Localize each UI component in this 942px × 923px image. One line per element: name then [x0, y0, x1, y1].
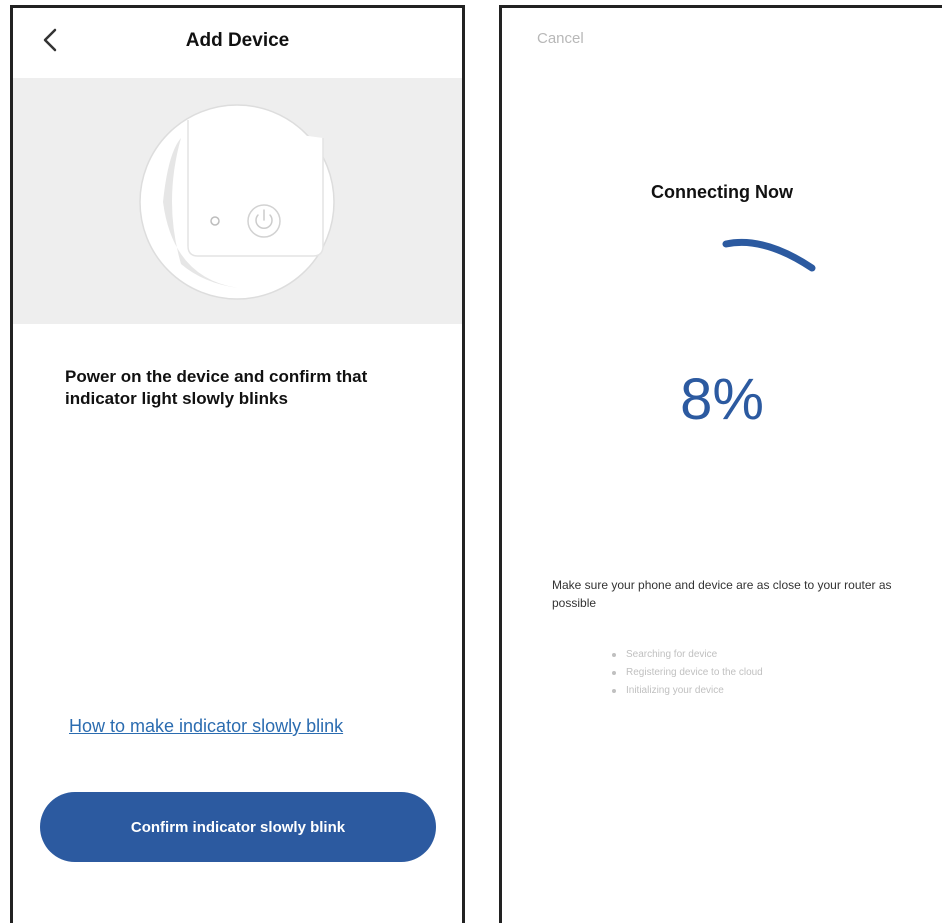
page-title: Add Device [185, 30, 290, 51]
help-link[interactable]: How to make indicator slowly blink [69, 716, 343, 737]
instruction-text: Power on the device and confirm that ind… [65, 367, 368, 409]
tip-text: Make sure your phone and device are as c… [552, 578, 892, 610]
step-item: Searching for device [612, 646, 763, 664]
stage: Add Device Power on the device and confi… [0, 0, 942, 923]
device-illustration [13, 78, 462, 324]
add-device-screen: Add Device Power on the device and confi… [10, 5, 465, 923]
connecting-screen: Cancel Connecting Now 8% Make sure your … [499, 5, 942, 923]
device-graphic [139, 104, 335, 300]
cancel-button[interactable]: Cancel [537, 30, 584, 47]
header: Add Device [13, 8, 462, 78]
step-item: Registering device to the cloud [612, 664, 763, 682]
loading-spinner-icon [714, 222, 824, 282]
step-item: Initializing your device [612, 682, 763, 700]
power-icon [247, 204, 281, 238]
progress-steps: Searching for device Registering device … [612, 646, 763, 700]
connecting-title: Connecting Now [651, 182, 793, 202]
progress-percent: 8% [680, 367, 764, 432]
confirm-button[interactable]: Confirm indicator slowly blink [40, 792, 436, 862]
